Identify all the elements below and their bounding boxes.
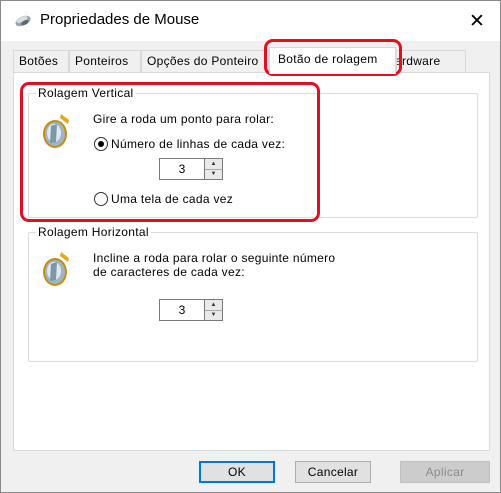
tab-pointers[interactable]: Ponteiros	[69, 50, 141, 72]
chars-spin-buttons: ▲ ▼	[205, 299, 223, 321]
cancel-button[interactable]: Cancelar	[295, 461, 371, 483]
title-bar: Propriedades de Mouse ✕	[1, 1, 500, 41]
close-icon: ✕	[469, 10, 485, 32]
vertical-description: Gire a roda um ponto para rolar:	[93, 112, 275, 126]
tab-pointer-options[interactable]: Opções do Ponteiro	[141, 50, 269, 72]
horizontal-scrolling-legend: Rolagem Horizontal	[36, 225, 151, 239]
lines-at-a-time-radio[interactable]	[94, 137, 108, 151]
horizontal-description-line1: Incline a roda para rolar o seguinte núm…	[93, 251, 336, 265]
horizontal-scrolling-group: Rolagem Horizontal Incline a roda para r…	[28, 225, 478, 362]
chars-spinner: ▲ ▼	[159, 299, 223, 321]
screen-at-a-time-option[interactable]: Uma tela de cada vez	[94, 192, 233, 206]
tab-strip: Botões Ponteiros Opções do Ponteiro Hard…	[13, 47, 490, 74]
lines-spinner: ▲ ▼	[159, 158, 223, 180]
screen-at-a-time-label: Uma tela de cada vez	[111, 192, 234, 206]
lines-at-a-time-label: Número de linhas de cada vez:	[111, 137, 286, 151]
chars-input[interactable]	[159, 299, 205, 321]
close-button[interactable]: ✕	[454, 1, 500, 41]
lines-input[interactable]	[159, 158, 205, 180]
horizontal-description-line2: de caracteres de cada vez:	[93, 265, 245, 279]
scroll-wheel-icon	[43, 252, 69, 286]
mouse-properties-window: Propriedades de Mouse ✕ Botões Ponteiros…	[0, 0, 501, 493]
window-title: Propriedades de Mouse	[40, 11, 200, 28]
screen-at-a-time-radio[interactable]	[94, 192, 108, 206]
spin-down-button[interactable]: ▼	[205, 169, 222, 179]
scroll-wheel-icon	[43, 114, 69, 148]
mouse-icon	[15, 15, 31, 27]
vertical-scrolling-group: Rolagem Vertical Gire a roda um ponto pa…	[28, 86, 478, 218]
vertical-scrolling-legend: Rolagem Vertical	[36, 86, 136, 100]
apply-button[interactable]: Aplicar	[400, 461, 490, 483]
lines-at-a-time-option[interactable]: Número de linhas de cada vez:	[94, 137, 285, 151]
tab-scroll-wheel[interactable]: Botão de rolagem	[269, 47, 396, 74]
lines-spin-buttons: ▲ ▼	[205, 158, 223, 180]
ok-button[interactable]: OK	[199, 461, 275, 483]
tab-hardware[interactable]: Hardware	[396, 50, 466, 72]
tab-buttons[interactable]: Botões	[13, 50, 69, 72]
spin-up-button[interactable]: ▲	[205, 159, 222, 170]
tab-panel: Rolagem Vertical Gire a roda um ponto pa…	[13, 72, 490, 451]
spin-up-button[interactable]: ▲	[205, 300, 222, 311]
spin-down-button[interactable]: ▼	[205, 310, 222, 320]
